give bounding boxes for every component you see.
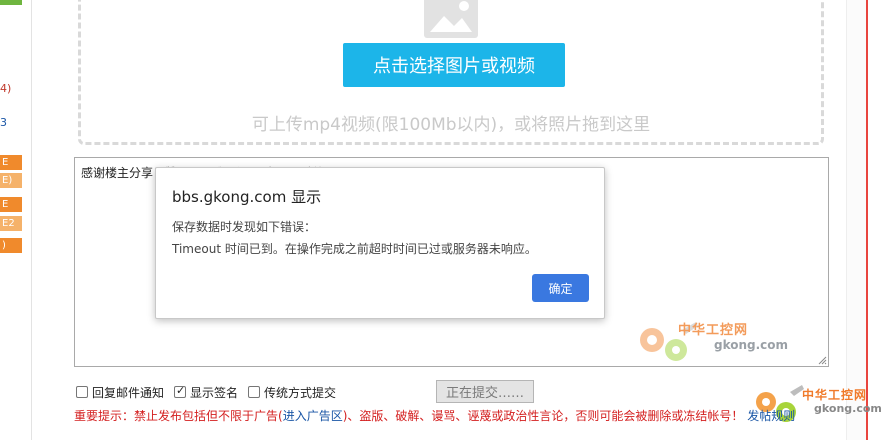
alert-dialog: bbs.gkong.com 显示 保存数据时发现如下错误： Timeout 时间… (155, 167, 605, 319)
watermark-title: 中华工控网 (678, 323, 749, 338)
dialog-message-line2: Timeout 时间已到。在操作完成之前超时时间已过或服务器未响应。 (172, 242, 537, 256)
option-label: 回复邮件通知 (92, 385, 165, 400)
upload-dropzone[interactable]: 点击选择图片或视频 可上传mp4视频(限100Mb以内)，或将照片拖到这里 (78, 0, 824, 145)
image-placeholder-icon (424, 0, 478, 38)
upload-hint: 可上传mp4视频(限100Mb以内)，或将照片拖到这里 (251, 115, 651, 135)
watermark-title: 中华工控网 (802, 388, 868, 402)
sidebar-tab[interactable]: E (0, 197, 22, 212)
dialog-ok-button[interactable]: 确定 (532, 274, 589, 302)
dialog-title: bbs.gkong.com 显示 (172, 188, 322, 206)
left-sidebar: 4) 3 E E) E E2 ) (0, 0, 32, 440)
right-border (866, 0, 868, 440)
option-email-notify[interactable]: 回复邮件通知 (76, 384, 164, 401)
sidebar-tab[interactable]: ) (0, 238, 22, 253)
select-media-button[interactable]: 点击选择图片或视频 (343, 43, 565, 87)
posting-rules-link[interactable]: 发帖规则 (747, 409, 795, 423)
sidebar-tab[interactable]: E (0, 155, 22, 170)
sidebar-tab[interactable]: E2 (0, 216, 22, 231)
submit-button[interactable]: 正在提交…… (436, 380, 534, 403)
sidebar-link-text[interactable]: 3 (0, 116, 7, 129)
option-label: 传统方式提交 (264, 385, 337, 400)
show-signature-checkbox[interactable] (174, 384, 187, 398)
notice-suffix: )、盗版、破解、谩骂、诬蔑或政治性言论，否则可能会被删除或冻结帐号！ (342, 409, 744, 423)
option-traditional-submit[interactable]: 传统方式提交 (248, 384, 336, 401)
email-notify-checkbox[interactable] (76, 386, 88, 398)
option-show-signature[interactable]: 显示签名 (174, 384, 238, 401)
option-label: 显示签名 (190, 385, 239, 400)
notice-prefix: 重要提示：禁止发布包括但不限于广告( (74, 409, 283, 423)
gkong-watermark-logo: 中华工控网 gkong.com (634, 318, 794, 366)
ad-zone-link[interactable]: 进入广告区 (283, 409, 343, 423)
dialog-message-line1: 保存数据时发现如下错误： (172, 220, 317, 234)
right-panel-edge (846, 0, 866, 440)
resize-grip-icon[interactable] (817, 355, 827, 365)
sidebar-count-text: 4) (0, 82, 12, 95)
post-options: 回复邮件通知 显示签名 传统方式提交 (76, 383, 346, 401)
watermark-sub: gkong.com (814, 402, 882, 415)
watermark-sub: gkong.com (714, 338, 789, 352)
sidebar-green-tab[interactable] (0, 0, 22, 5)
traditional-submit-checkbox[interactable] (248, 386, 261, 398)
posting-notice: 重要提示：禁止发布包括但不限于广告(进入广告区)、盗版、破解、谩骂、诬蔑或政治性… (74, 407, 795, 424)
sidebar-tab[interactable]: E) (0, 173, 22, 188)
